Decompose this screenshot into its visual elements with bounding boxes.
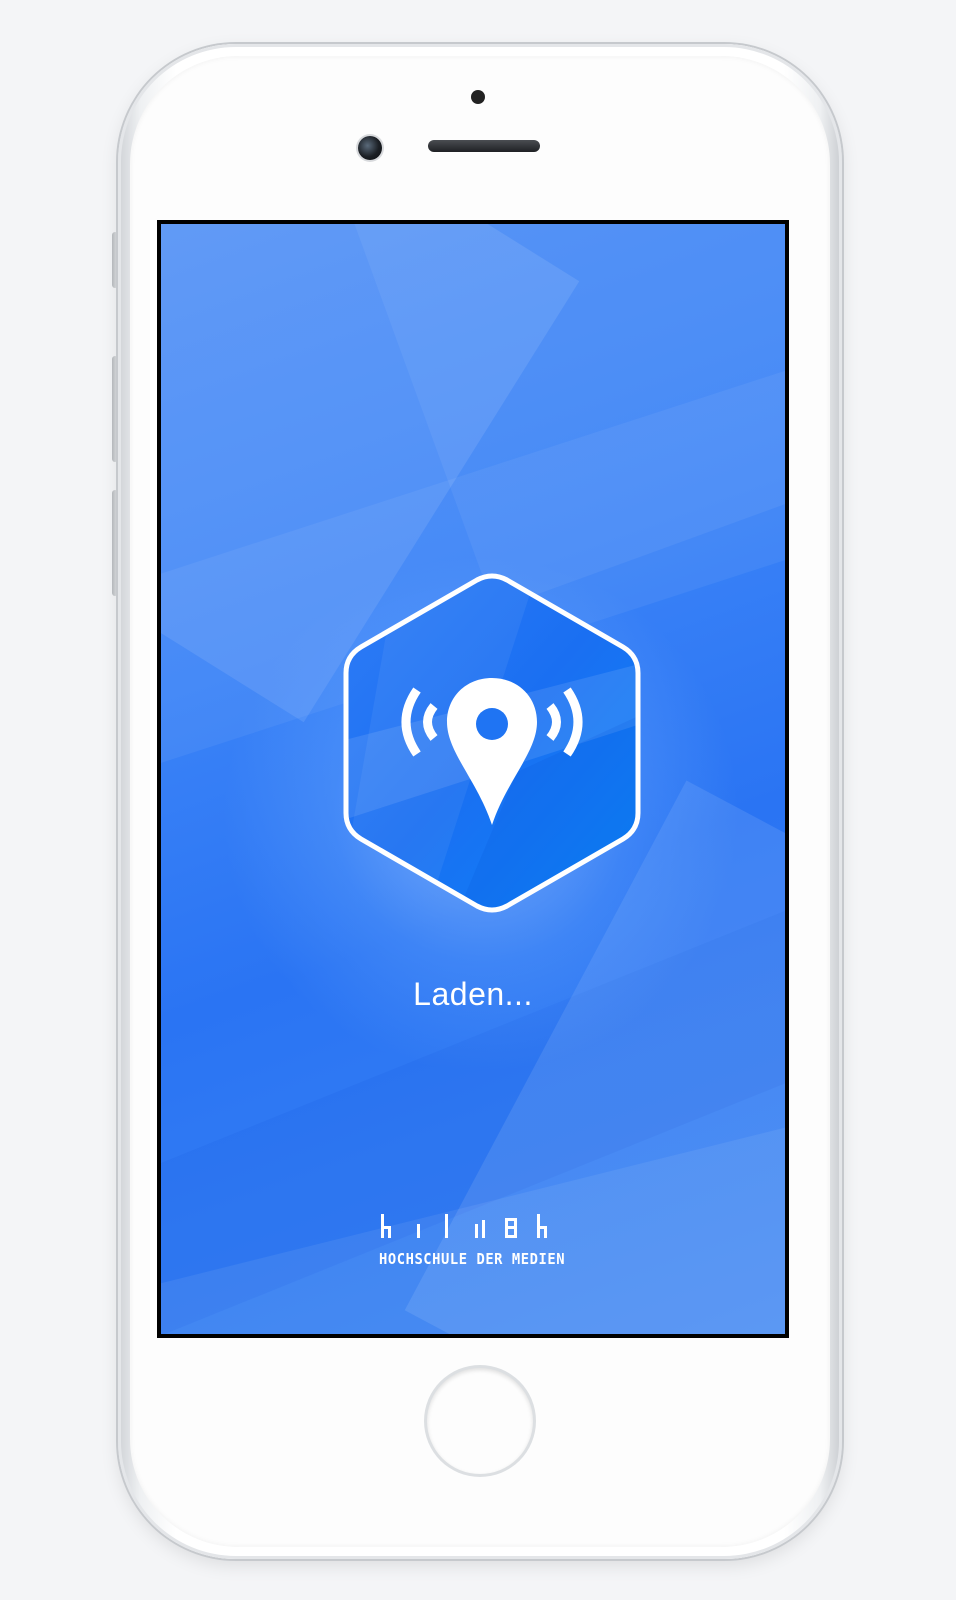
screen: Laden... HOCHSCHULE DER MEDIEN xyxy=(157,220,789,1338)
hdm-logo-text: HOCHSCHULE DER MEDIEN xyxy=(379,1250,566,1268)
proximity-sensor xyxy=(471,90,485,104)
hdm-logo: HOCHSCHULE DER MEDIEN xyxy=(379,1214,599,1284)
home-button[interactable] xyxy=(427,1368,533,1474)
front-camera xyxy=(358,136,382,160)
earpiece-speaker xyxy=(428,140,540,152)
page: Laden... HOCHSCHULE DER MEDIEN xyxy=(0,0,956,1600)
location-pin-broadcast-icon xyxy=(343,573,641,913)
splash-screen: Laden... HOCHSCHULE DER MEDIEN xyxy=(161,224,785,1334)
loading-label: Laden... xyxy=(413,976,533,1012)
hdm-logo-icon xyxy=(381,1214,547,1238)
